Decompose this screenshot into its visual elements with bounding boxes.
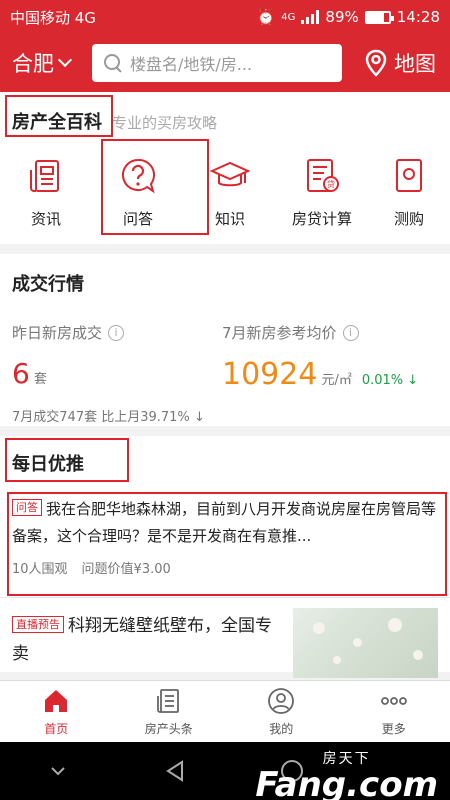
shortcut-assess[interactable]: 测购 [368, 156, 450, 229]
avg-price-change: 0.01% ↓ [362, 373, 418, 388]
annotation-box-qa [101, 139, 209, 235]
market-stats: 昨日新房成交 i 6 套 7月新房参考均价 i 10924 元/㎡ 0.01% … [0, 296, 450, 392]
live-tag: 直播预告 [12, 616, 64, 633]
back-icon[interactable] [162, 758, 188, 784]
graduation-cap-icon [210, 161, 250, 187]
tab-profile[interactable]: 我的 [225, 681, 338, 742]
map-pin-icon [365, 49, 387, 77]
info-icon[interactable]: i [342, 324, 359, 341]
new-sales-caption: 昨日新房成交 i [12, 322, 222, 343]
live-card[interactable]: 直播预告 科翔无缝壁纸壁布，全国专卖 [0, 598, 450, 678]
assess-icon [396, 159, 422, 192]
tab-more-label: 更多 [381, 721, 406, 736]
avg-price-value-row: 10924 元/㎡ 0.01% ↓ [222, 357, 432, 392]
headline-icon [156, 688, 179, 713]
annotation-box-daily [5, 438, 129, 482]
avg-price-caption: 7月新房参考均价 i [222, 322, 432, 343]
month-summary: 7月成交747套 比上月39.71% ↓ [0, 392, 450, 425]
new-sales-unit: 套 [33, 372, 47, 387]
app-header: 合肥 楼盘名/地铁/房... 地图 [0, 34, 450, 92]
clock: 14:28 [396, 8, 440, 26]
status-bar: 中国移动 4G ⏰ 4G 89% 14:28 [0, 0, 450, 34]
carrier-label: 中国移动 4G [10, 8, 96, 27]
battery-percent: 89% [325, 8, 359, 26]
loan-calculator-icon: 贷 [307, 159, 339, 192]
new-sales-stat: 昨日新房成交 i 6 套 [12, 322, 222, 392]
live-thumbnail [293, 608, 438, 678]
tab-home-label: 首页 [44, 721, 69, 736]
new-sales-value: 6 [12, 357, 30, 390]
tab-headline[interactable]: 房产头条 [113, 681, 226, 742]
city-label: 合肥 [12, 52, 54, 76]
svg-text:贷: 贷 [327, 179, 335, 189]
search-icon [104, 54, 122, 72]
shortcut-news-label: 资讯 [30, 210, 61, 228]
annotation-box-qa-card [7, 492, 447, 596]
tab-profile-label: 我的 [269, 721, 294, 736]
watermark-en: Fang.com [255, 765, 438, 800]
arrow-down-icon: ↓ [193, 410, 205, 425]
network-label: 4G [281, 11, 296, 23]
live-text: 直播预告 科翔无缝壁纸壁布，全国专卖 [12, 598, 285, 678]
map-label: 地图 [394, 52, 436, 76]
arrow-down-icon: ↓ [407, 373, 419, 388]
shortcut-loan-calculator[interactable]: 贷 房贷计算 [276, 156, 368, 229]
search-placeholder: 楼盘名/地铁/房... [130, 55, 253, 74]
fang-watermark-logo: 房天下 Fang.com [255, 748, 438, 800]
avg-price-label: 7月新房参考均价 [222, 324, 337, 342]
chevron-down-icon [57, 52, 73, 68]
signal-icon [301, 10, 320, 24]
info-icon[interactable]: i [108, 324, 125, 341]
tab-more[interactable]: 更多 [338, 681, 450, 742]
tab-headline-label: 房产头条 [144, 721, 193, 736]
shortcut-loan-calculator-label: 房贷计算 [291, 210, 352, 228]
encyclopedia-icons: 资讯 问答 知识 贷 房贷计算 测购 [0, 156, 450, 229]
avg-price-change-value: 0.01% [361, 373, 404, 388]
news-icon [30, 160, 59, 192]
alarm-icon: ⏰ [256, 8, 276, 26]
shortcut-knowledge-label: 知识 [214, 210, 245, 228]
city-selector[interactable]: 合肥 [12, 48, 92, 78]
market-title: 成交行情 [12, 274, 84, 295]
avg-price-value: 10924 [222, 357, 318, 392]
shortcut-news[interactable]: 资讯 [0, 156, 92, 229]
search-input[interactable]: 楼盘名/地铁/房... [92, 44, 342, 82]
month-summary-text: 7月成交747套 比上月39.71% [12, 410, 190, 425]
more-icon [380, 696, 407, 705]
home-icon [45, 689, 68, 712]
battery-icon [364, 10, 394, 24]
map-button[interactable]: 地图 [364, 48, 436, 78]
avg-price-unit: 元/㎡ [321, 373, 352, 388]
annotation-box-title [5, 95, 113, 137]
chevron-down-icon[interactable] [45, 758, 71, 784]
encyclopedia-subtitle: 专业的买房攻略 [112, 114, 218, 132]
market-section: 成交行情 昨日新房成交 i 6 套 7月新房参考均价 i 10924 元/㎡ 0… [0, 254, 450, 426]
new-sales-label: 昨日新房成交 [12, 324, 103, 342]
shortcut-assess-label: 测购 [393, 210, 424, 228]
status-right: ⏰ 4G 89% 14:28 [257, 8, 440, 26]
new-sales-value-row: 6 套 [12, 357, 222, 390]
avg-price-stat: 7月新房参考均价 i 10924 元/㎡ 0.01% ↓ [222, 322, 432, 392]
tab-bar: 首页 房产头条 我的 更多 [0, 680, 450, 742]
profile-icon [268, 687, 295, 714]
tab-home[interactable]: 首页 [0, 681, 113, 742]
